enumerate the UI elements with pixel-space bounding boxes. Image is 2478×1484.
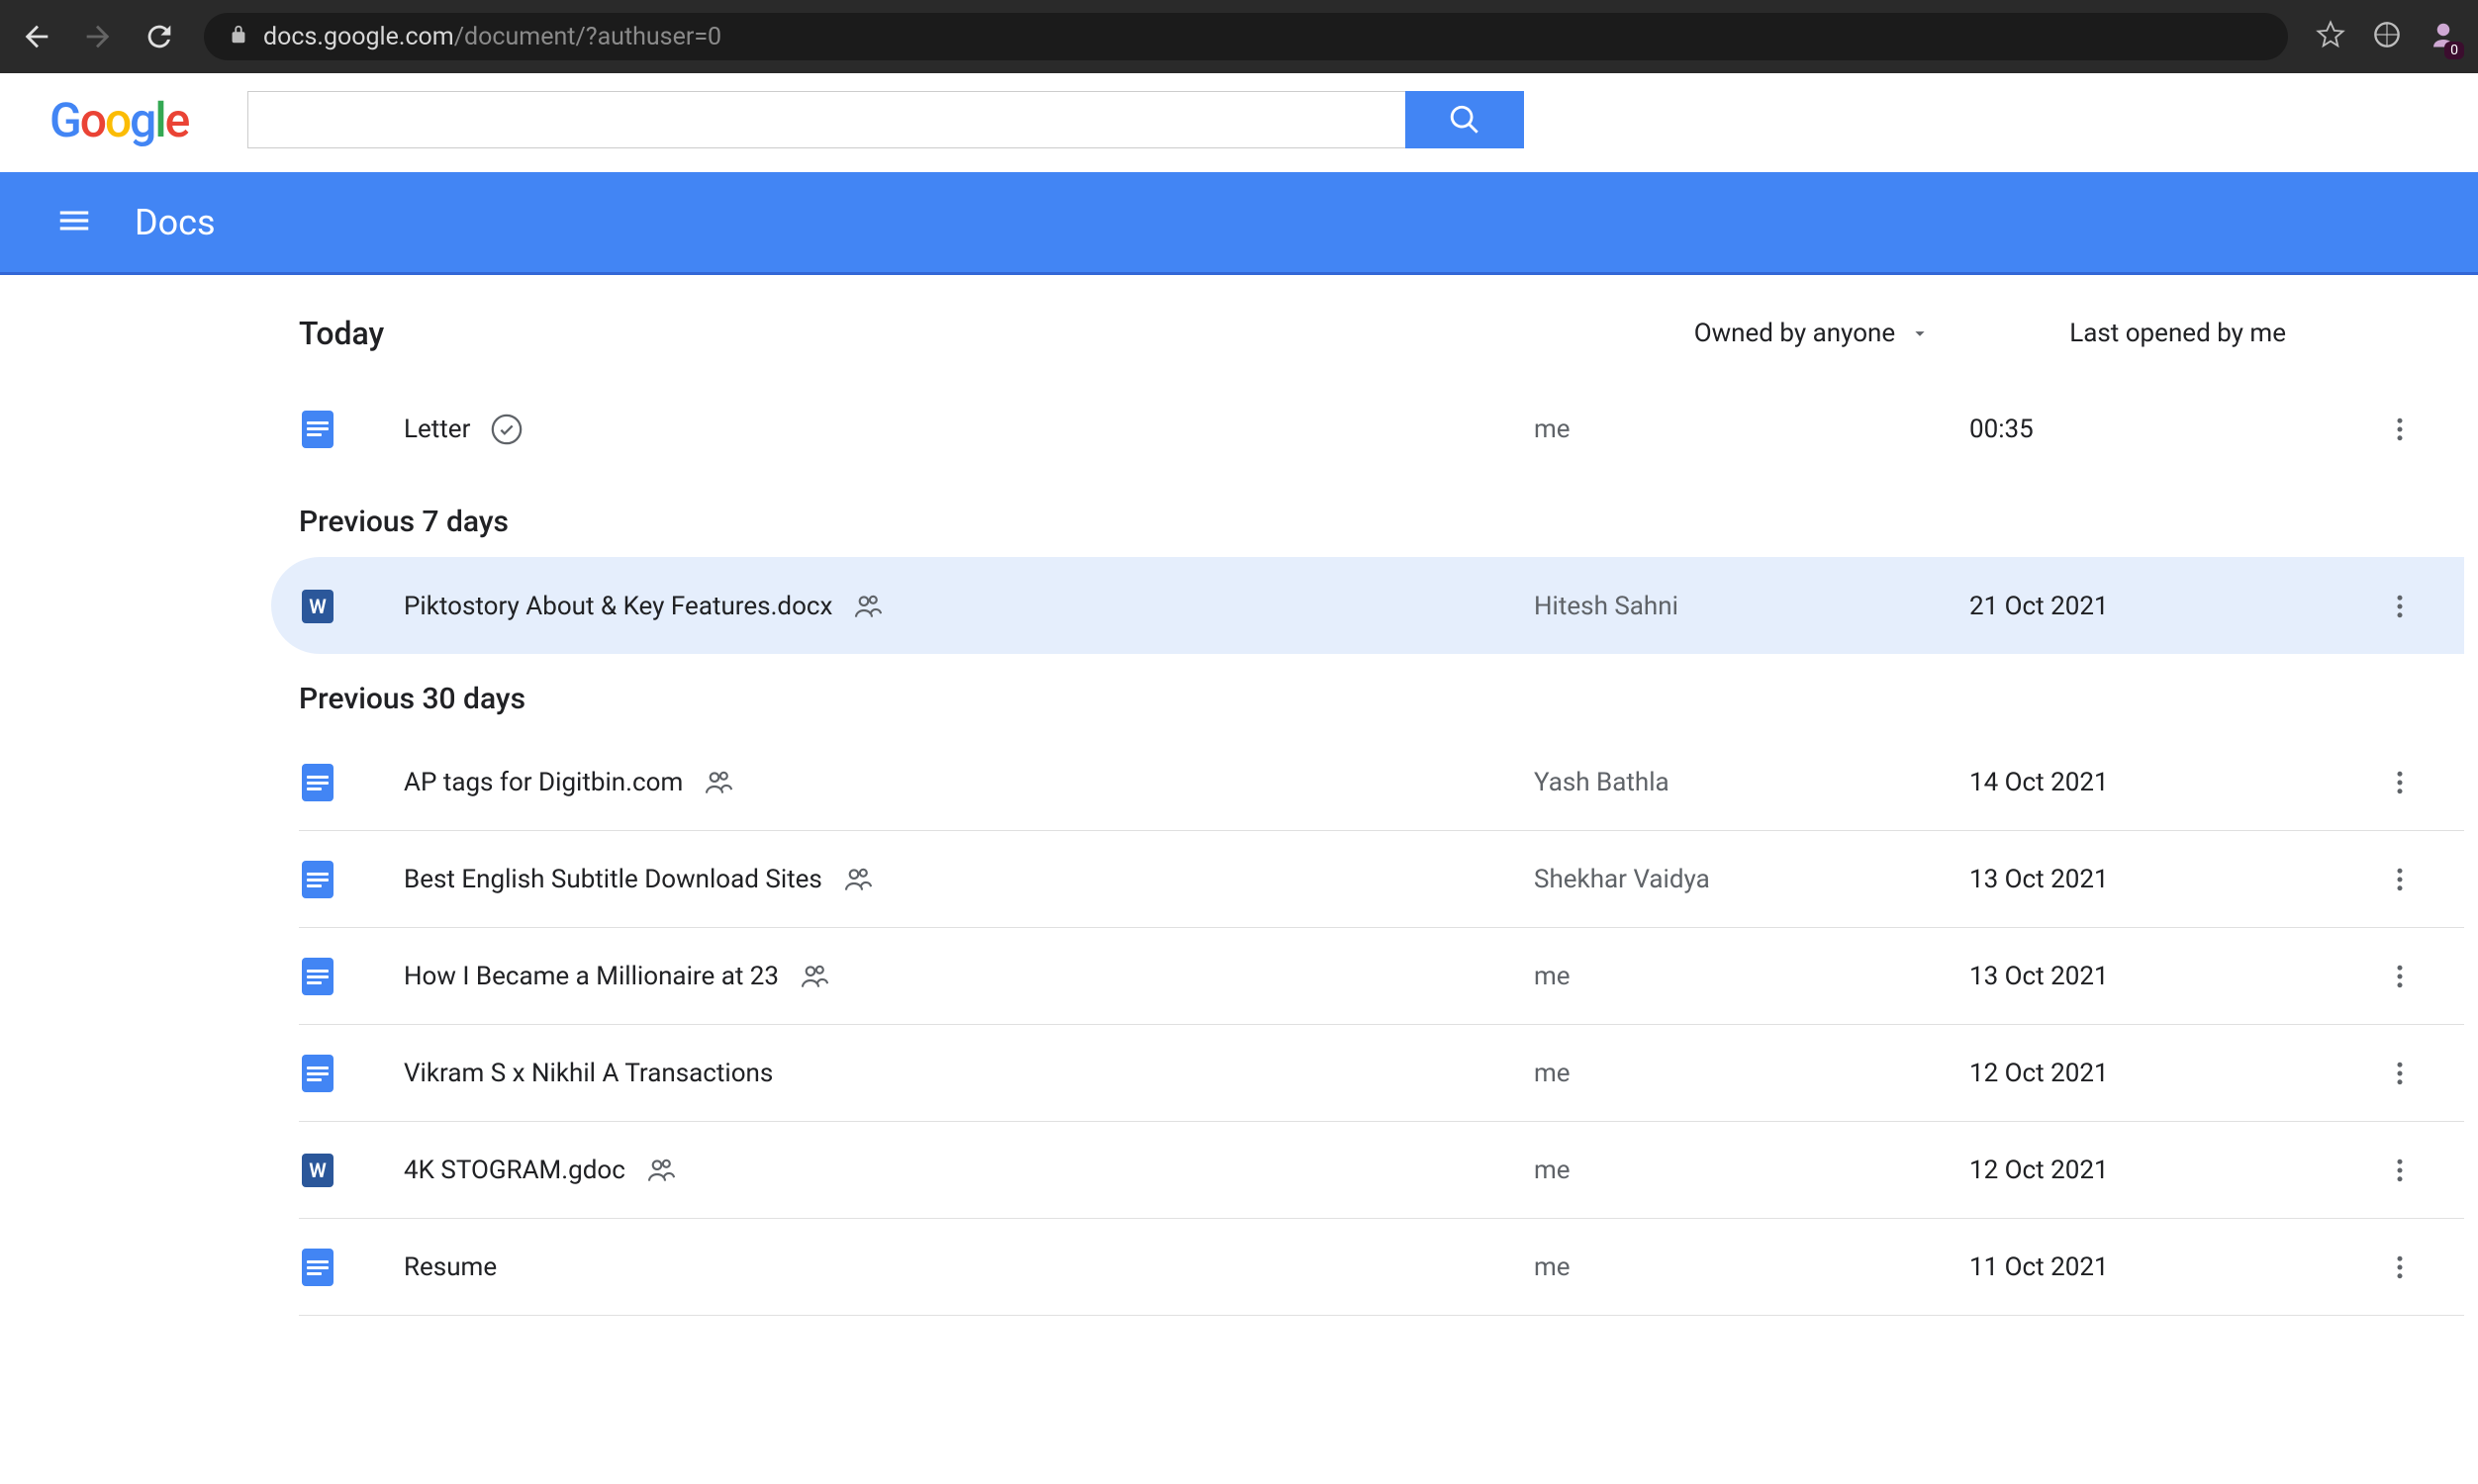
back-button[interactable] [20,20,53,53]
document-title: 4K STOGRAM.gdoc [404,1156,625,1185]
owner-filter[interactable]: Owned by anyone [1694,319,1931,348]
document-owner: me [1534,962,1969,991]
document-title: How I Became a Millionaire at 23 [404,962,779,991]
more-actions-button[interactable] [2365,865,2434,894]
app-title: Docs [135,202,216,243]
offline-icon [490,413,524,446]
document-title: Piktostory About & Key Features.docx [404,592,832,621]
word-doc-icon: W [302,1154,334,1187]
document-row[interactable]: AP tags for Digitbin.com Yash Bathla 14 … [299,734,2464,831]
google-doc-icon [302,764,334,801]
section-heading: Today [299,315,1694,352]
document-date: 12 Oct 2021 [1969,1156,2365,1185]
extension-icon[interactable] [2373,21,2401,52]
document-title: Vikram S x Nikhil A Transactions [404,1059,773,1088]
url-text: docs.google.com/document/?authuser=0 [263,23,721,51]
search-input[interactable] [247,91,1405,148]
google-doc-icon [302,411,334,448]
document-title: Best English Subtitle Download Sites [404,865,822,894]
bookmark-star-icon[interactable] [2316,20,2345,53]
google-doc-icon [302,1055,334,1092]
google-header: Google [0,73,2478,172]
word-doc-icon: W [302,590,334,623]
menu-icon[interactable] [55,202,93,243]
document-owner: me [1534,1156,1969,1185]
document-date: 13 Oct 2021 [1969,865,2365,894]
document-row[interactable]: Best English Subtitle Download Sites She… [299,831,2464,928]
document-row[interactable]: Letter me 00:35 [299,380,2464,477]
document-date: 14 Oct 2021 [1969,768,2365,797]
shared-icon [842,864,874,895]
more-actions-button[interactable] [2365,415,2434,444]
document-date: 00:35 [1969,415,2365,444]
more-actions-button[interactable] [2365,1252,2434,1282]
google-doc-icon [302,861,334,898]
google-doc-icon [302,1249,334,1286]
more-actions-button[interactable] [2365,962,2434,991]
document-date: 11 Oct 2021 [1969,1252,2365,1282]
reload-button[interactable] [143,20,176,53]
more-actions-button[interactable] [2365,768,2434,797]
document-title: AP tags for Digitbin.com [404,768,683,797]
address-bar[interactable]: docs.google.com/document/?authuser=0 [204,13,2288,60]
more-actions-button[interactable] [2365,592,2434,621]
document-row[interactable]: Resume me 11 Oct 2021 [299,1219,2464,1316]
shared-icon [703,767,734,798]
shared-icon [799,961,830,992]
document-date: 13 Oct 2021 [1969,962,2365,991]
document-owner: Hitesh Sahni [1534,592,1969,621]
forward-button[interactable] [81,20,115,53]
browser-chrome: docs.google.com/document/?authuser=0 0 [0,0,2478,73]
document-owner: Shekhar Vaidya [1534,865,1969,894]
document-row[interactable]: Vikram S x Nikhil A Transactions me 12 O… [299,1025,2464,1122]
section-heading: Previous 7 days [299,477,2464,557]
google-doc-icon [302,958,334,995]
document-owner: me [1534,1252,1969,1282]
document-date: 12 Oct 2021 [1969,1059,2365,1088]
more-actions-button[interactable] [2365,1059,2434,1088]
shared-icon [645,1155,677,1186]
section-heading: Previous 30 days [299,654,2464,734]
document-title: Letter [404,415,470,444]
document-row[interactable]: W 4K STOGRAM.gdoc me 12 Oct 2021 [299,1122,2464,1219]
notification-badge: 0 [2444,42,2464,59]
sort-filter[interactable]: Last opened by me [2069,319,2286,348]
document-row[interactable]: How I Became a Millionaire at 23 me 13 O… [299,928,2464,1025]
document-owner: me [1534,415,1969,444]
document-title: Resume [404,1252,497,1282]
document-owner: Yash Bathla [1534,768,1969,797]
docs-app-bar: Docs [0,172,2478,275]
document-row[interactable]: W Piktostory About & Key Features.docx H… [271,557,2464,654]
more-actions-button[interactable] [2365,1156,2434,1185]
profile-avatar[interactable]: 0 [2429,20,2458,53]
shared-icon [852,591,884,622]
document-owner: me [1534,1059,1969,1088]
lock-icon [228,24,249,49]
search-button[interactable] [1405,91,1524,148]
google-logo[interactable]: Google [49,92,188,148]
document-date: 21 Oct 2021 [1969,592,2365,621]
